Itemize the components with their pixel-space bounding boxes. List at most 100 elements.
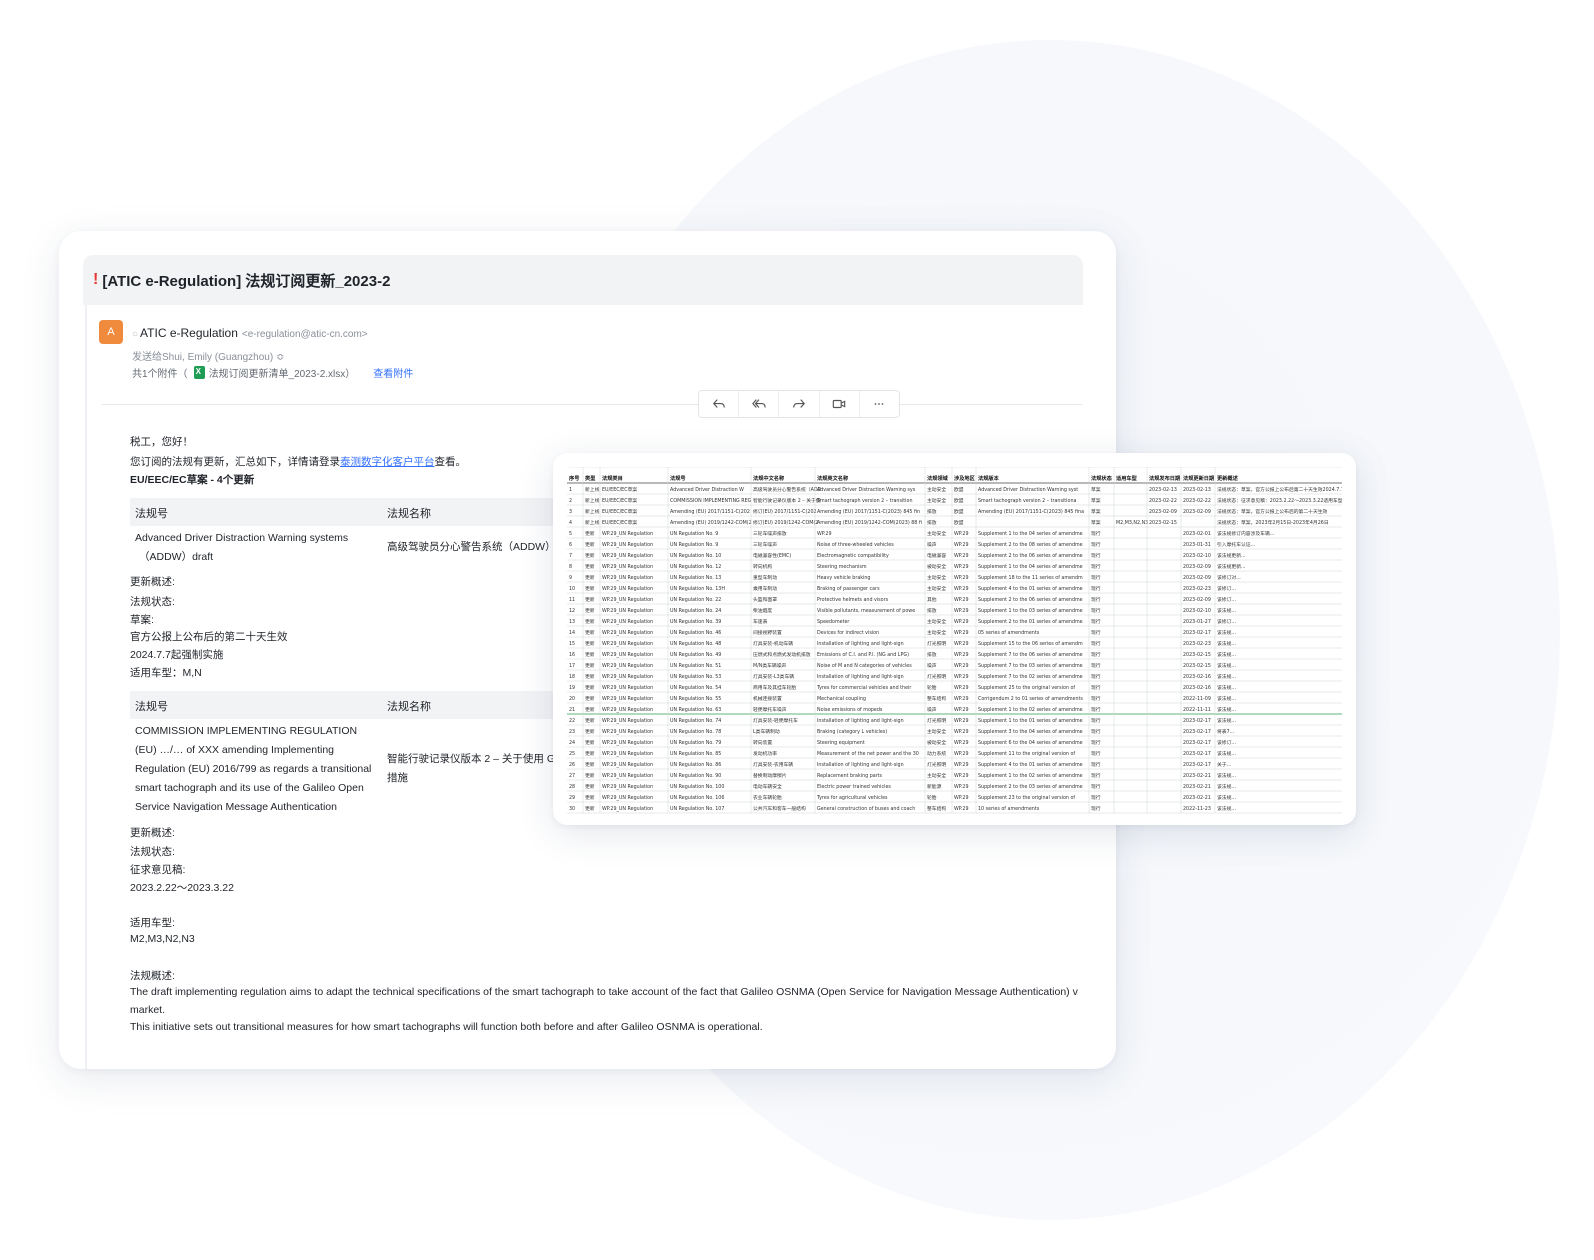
sheet-cell: Supplement 7 to the 06 series of amendme (978, 652, 1083, 658)
column-header-name: 法规名称 (387, 701, 431, 713)
sheet-cell: WP.29 (954, 784, 969, 790)
sheet-cell: 更新 (585, 750, 595, 757)
sheet-cell: UN Regulation No. 10 (670, 553, 721, 559)
sheet-cell: 25 (569, 751, 575, 757)
item1-enforcement: 2024.7.7起强制实施 (130, 649, 224, 661)
sheet-cell: UN Regulation No. 13H (670, 586, 725, 592)
sheet-cell: 重型车制动 (753, 574, 777, 581)
item2-number: COMMISSION IMPLEMENTING REGULATION (EU) … (135, 722, 371, 817)
view-attachment-link[interactable]: 查看附件 (373, 365, 413, 380)
reply-all-button[interactable] (739, 391, 780, 417)
table-header-1: 法规号 法规名称 (130, 498, 600, 526)
sheet-cell: Replacement braking parts (817, 773, 883, 779)
sender-email: <e-regulation@atic-cn.com> (241, 329, 368, 340)
sheet-cell: 现行 (1091, 574, 1101, 581)
reply-button[interactable] (699, 391, 740, 417)
sheet-cell: Braking of passenger cars (817, 586, 880, 592)
sheet-cell: 更新 (585, 717, 595, 724)
sender-name[interactable]: ATIC e-Regulation (140, 326, 238, 340)
sheet-cell: UN Regulation No. 46 (670, 630, 721, 636)
sheet-cell: Amending (EU) 2019/1242-COM(2 (670, 520, 752, 526)
sheet-cell: 该法规... (1217, 651, 1236, 658)
sheet-cell: Corrigendum 2 to 01 series of amendments (978, 696, 1083, 702)
sheet-cell: 该法规... (1217, 640, 1236, 647)
sheet-cell: 动力系统 (927, 750, 946, 757)
forward-button[interactable] (779, 391, 820, 417)
sheet-cell: 10 series of amendments (978, 806, 1040, 812)
sheet-cell: 主动安全 (927, 772, 946, 779)
sheet-cell: 30 (569, 806, 575, 812)
sheet-cell: 11 (569, 597, 575, 603)
sheet-cell: Mechanical coupling (817, 696, 866, 702)
sheet-cell: 26 (569, 762, 575, 768)
sheet-cell: 现行 (1091, 618, 1101, 625)
sheet-cell: 10 (569, 586, 575, 592)
sheet-cell: UN Regulation No. 79 (670, 740, 721, 746)
sheet-cell: 更新 (585, 772, 595, 779)
sheet-cell: 轮胎 (927, 794, 937, 801)
item2-name-line2: 措施 (387, 772, 408, 784)
sheet-cell: 更新 (585, 640, 595, 647)
sheet-cell: 整车结构 (927, 805, 946, 812)
sheet-cell: WP.29 (954, 696, 969, 702)
sheet-cell: 更新 (585, 794, 595, 801)
sheet-cell: 6 (569, 542, 572, 548)
item2-status-label: 法规状态: (130, 846, 175, 858)
sheet-cell: WP.29 (954, 575, 969, 581)
sheet-cell: 1 (569, 487, 572, 493)
sheet-cell: 该法规更新... (1217, 563, 1246, 570)
sheet-cell: 该修订... (1217, 585, 1236, 592)
sheet-cell: 19 (569, 685, 575, 691)
sheet-cell: 13 (569, 619, 575, 625)
sheet-cell: 灯具安装-轻便摩托车 (753, 717, 798, 724)
recipient-line[interactable]: 发送给Shui, Emily (Guangzhou) ≎ (132, 348, 284, 363)
sheet-cell: Installation of lighting and light-sign (817, 641, 904, 647)
sheet-cell: 该法规... (1217, 662, 1236, 669)
sheet-cell: 更新 (585, 706, 595, 713)
sheet-cell: 其他 (927, 596, 937, 603)
attachment-name[interactable]: 法规订阅更新清单_2023-2.xlsx） (209, 365, 356, 380)
sheet-cell: Electric power trained vehicles (817, 784, 891, 790)
sheet-cell: 该法规... (1217, 629, 1236, 636)
sheet-cell: 乘用车制动 (753, 585, 777, 592)
sheet-cell: 4 (569, 520, 572, 526)
sheet-cell: 现行 (1091, 673, 1101, 680)
item2-name: 智能行驶记录仪版本 2 – 关于使用 G 措施 (387, 750, 555, 788)
sheet-cell: 现行 (1091, 530, 1101, 537)
sheet-cell: UN Regulation No. 107 (670, 806, 724, 812)
sheet-cell: 现行 (1091, 772, 1101, 779)
sheet-cell: 修订(EU) 2019/1242-COM(2 (753, 519, 818, 526)
sheet-cell: 2023-02-17 (1183, 740, 1211, 746)
sheet-cell: 该修订... (1217, 618, 1236, 625)
sheet-cell: 主动安全 (927, 530, 946, 537)
video-meeting-button[interactable] (820, 391, 860, 417)
sheet-cell: 2023-02-21 (1183, 773, 1211, 779)
sheet-cell: 现行 (1091, 761, 1101, 768)
more-button[interactable] (860, 391, 899, 417)
intro-suffix: 查看。 (434, 456, 467, 468)
item2-number-line: Regulation (EU) 2016/799 as regards a tr… (135, 763, 372, 775)
sheet-cell: 商用车及其挂车轮胎 (753, 684, 796, 691)
sheet-cell: 2023-02-10 (1183, 553, 1211, 559)
sheet-cell: WP.29 (817, 531, 832, 537)
sheet-cell: 更新 (585, 805, 595, 812)
sheet-cell: UN Regulation No. 78 (670, 729, 721, 735)
platform-link[interactable]: 泰测数字化客户平台 (340, 456, 435, 468)
sheet-cell: Supplement 1 to the 02 series of amendme (978, 707, 1083, 713)
sheet-cell: Noise emissions of mopeds (817, 707, 883, 713)
sheet-cell: EU/EEC/EC草案 (602, 486, 637, 493)
video-icon (832, 399, 846, 409)
sheet-cell: 排放 (927, 651, 937, 658)
sheet-cell: WP.29 (954, 795, 969, 801)
sheet-cell: WP.29_UN Regulation (602, 531, 653, 537)
sheet-cell: UN Regulation No. 13 (670, 575, 721, 581)
sheet-cell: UN Regulation No. 49 (670, 652, 721, 658)
sheet-cell: Supplement 7 to the 03 series of amendme (978, 663, 1083, 669)
sheet-cell: 引入摩托车认证... (1217, 541, 1255, 548)
sheet-cell: 8 (569, 564, 572, 570)
sheet-cell: 该法规... (1217, 684, 1236, 691)
sheet-cell: 该法规... (1217, 695, 1236, 702)
sheet-cell: WP.29_UN Regulation (602, 740, 653, 746)
sheet-header-cell: 法规英文名称 (817, 474, 849, 482)
sheet-cell: 法规状态：草案，官方公报上公布后第二十天生效2024.7.7 (1217, 486, 1342, 493)
